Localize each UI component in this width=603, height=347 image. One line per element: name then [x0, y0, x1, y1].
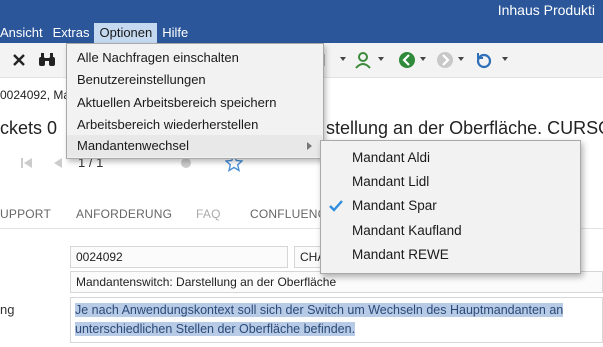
previous-record-icon[interactable] — [52, 156, 64, 170]
menu-item-benutzereinstellungen[interactable]: Benutzereinstellungen — [67, 69, 322, 91]
record-breadcrumb: 0024092, Ma — [0, 88, 71, 102]
description-field[interactable]: Je nach Anwendungskontext soll sich der … — [70, 297, 603, 343]
menu-item-alle-nachfragen[interactable]: Alle Nachfragen einschalten — [67, 47, 322, 69]
mandant-spar-label: Mandant Spar — [352, 198, 437, 213]
ticket-id-field[interactable]: 0024092 — [70, 246, 288, 268]
user-icon[interactable] — [352, 49, 374, 71]
submenu-arrow-icon — [307, 142, 312, 150]
menu-item-arbeitsbereich-wiederherstellen[interactable]: Arbeitsbereich wiederherstellen — [67, 114, 322, 136]
mandant-item-kaufland[interactable]: Mandant Kaufland — [321, 219, 578, 243]
optionen-menu: Alle Nachfragen einschalten Benutzereins… — [66, 43, 324, 159]
mandantenwechsel-label: Mandantenwechsel — [77, 138, 190, 153]
history-dropdown-arrow[interactable] — [502, 57, 508, 61]
back-dropdown-arrow[interactable] — [420, 57, 426, 61]
app-title: Inhaus Produkti — [497, 2, 595, 18]
tab-confluence[interactable]: CONFLUENC — [250, 207, 326, 221]
menu-hilfe[interactable]: Hilfe — [157, 23, 193, 43]
checkmark-icon — [329, 200, 343, 212]
record-title-right: stellung an der Oberfläche. CURSOR — [326, 118, 603, 138]
description-label: ng — [0, 302, 15, 317]
refresh-history-icon[interactable] — [473, 49, 495, 71]
back-icon[interactable] — [396, 49, 418, 71]
tab-support[interactable]: UPPORT — [0, 207, 51, 221]
mandant-item-spar[interactable]: Mandant Spar — [321, 194, 578, 218]
forward-dropdown-arrow[interactable] — [458, 57, 464, 61]
menu-optionen[interactable]: Optionen — [94, 22, 158, 43]
close-icon[interactable] — [8, 49, 30, 71]
first-record-icon[interactable] — [20, 156, 34, 170]
description-text: Je nach Anwendungskontext soll sich der … — [75, 303, 564, 336]
document-dropdown-arrow[interactable] — [340, 57, 346, 61]
user-dropdown-arrow[interactable] — [378, 57, 384, 61]
menu-bar: Ansicht Extras Optionen Hilfe — [0, 22, 193, 43]
menu-item-mandantenwechsel[interactable]: Mandantenwechsel — [67, 135, 322, 157]
mandant-submenu: Mandant Aldi Mandant Lidl Mandant Spar M… — [320, 140, 581, 274]
menu-item-arbeitsbereich-speichern[interactable]: Aktuellen Arbeitsbereich speichern — [67, 92, 322, 114]
mandant-item-aldi[interactable]: Mandant Aldi — [321, 146, 578, 170]
record-title-left: ckets 0 — [0, 118, 58, 138]
binoculars-icon[interactable] — [36, 49, 58, 71]
menu-ansicht[interactable]: Ansicht — [0, 23, 48, 43]
forward-icon[interactable] — [434, 49, 456, 71]
mandant-item-rewe[interactable]: Mandant REWE — [321, 243, 578, 267]
tab-anforderung[interactable]: ANFORDERUNG — [76, 207, 172, 221]
subject-field[interactable]: Mandantenswitch: Darstellung an der Ober… — [70, 271, 603, 293]
mandant-item-lidl[interactable]: Mandant Lidl — [321, 170, 578, 194]
menu-extras[interactable]: Extras — [48, 23, 95, 43]
tab-faq[interactable]: FAQ — [196, 207, 221, 221]
